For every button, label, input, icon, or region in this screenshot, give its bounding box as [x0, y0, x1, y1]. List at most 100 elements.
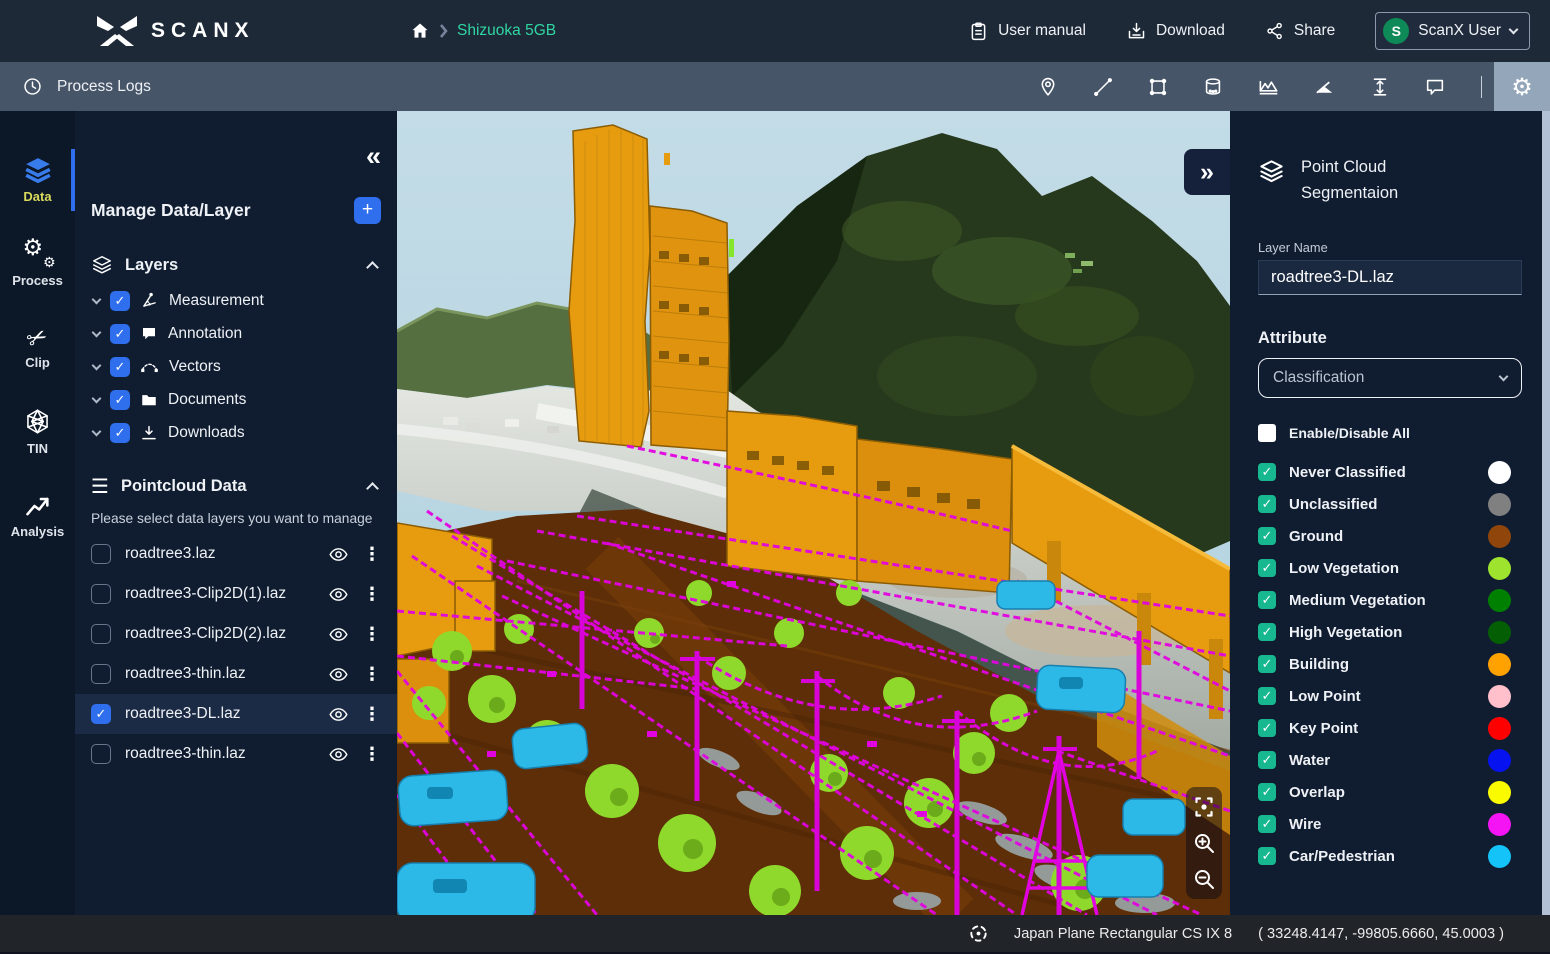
downloads-checkbox[interactable] [110, 423, 130, 443]
point-marker-tool[interactable] [1037, 76, 1059, 98]
class-row-never-classified[interactable]: Never Classified [1258, 456, 1522, 488]
visibility-eye-icon[interactable] [328, 704, 349, 725]
layer-item-documents[interactable]: Documents [93, 383, 381, 416]
collapse-section-icon[interactable] [366, 261, 379, 274]
sidebar-item-clip[interactable]: ✂ Clip [0, 317, 75, 379]
chevron-down-icon[interactable] [92, 393, 102, 403]
visibility-eye-icon[interactable] [328, 544, 349, 565]
file-row-selected[interactable]: roadtree3-DL.laz ⋮ [75, 694, 397, 734]
volume-measure-tool[interactable] [1202, 76, 1224, 98]
class-row-water[interactable]: Water [1258, 744, 1522, 776]
line-measure-tool[interactable] [1092, 76, 1114, 98]
class-checkbox[interactable] [1258, 623, 1276, 641]
comment-tool[interactable] [1424, 76, 1446, 98]
class-row-low-vegetation[interactable]: Low Vegetation [1258, 552, 1522, 584]
file-checkbox[interactable] [91, 704, 111, 724]
kebab-menu-icon[interactable]: ⋮ [363, 664, 381, 685]
kebab-menu-icon[interactable]: ⋮ [363, 624, 381, 645]
class-checkbox[interactable] [1258, 591, 1276, 609]
class-checkbox[interactable] [1258, 655, 1276, 673]
user-manual-button[interactable]: User manual [968, 21, 1086, 42]
sidebar-item-process[interactable]: ⚙ ⚙ Process [0, 233, 75, 295]
visibility-eye-icon[interactable] [328, 624, 349, 645]
layer-name-input[interactable]: roadtree3-DL.laz [1258, 260, 1522, 295]
file-row[interactable]: roadtree3-thin.laz ⋮ [75, 734, 397, 774]
class-row-ground[interactable]: Ground [1258, 520, 1522, 552]
collapse-panel-icon[interactable]: « [366, 143, 381, 170]
class-checkbox[interactable] [1258, 527, 1276, 545]
class-row-key-point[interactable]: Key Point [1258, 712, 1522, 744]
file-row[interactable]: roadtree3.laz ⋮ [75, 534, 397, 574]
sidebar-item-data[interactable]: Data [0, 149, 75, 211]
file-checkbox[interactable] [91, 744, 111, 764]
class-row-wire[interactable]: Wire [1258, 808, 1522, 840]
profile-tool[interactable] [1257, 75, 1280, 98]
class-checkbox[interactable] [1258, 719, 1276, 737]
file-row[interactable]: roadtree3-Clip2D(2).laz ⋮ [75, 614, 397, 654]
expand-panel-button[interactable]: » [1184, 149, 1230, 195]
documents-checkbox[interactable] [110, 390, 130, 410]
annotation-checkbox[interactable] [110, 324, 130, 344]
zoom-in-icon[interactable] [1192, 831, 1216, 855]
file-checkbox[interactable] [91, 624, 111, 644]
kebab-menu-icon[interactable]: ⋮ [363, 584, 381, 605]
viewport-3d[interactable]: » [397, 111, 1230, 915]
kebab-menu-icon[interactable]: ⋮ [363, 544, 381, 565]
kebab-menu-icon[interactable]: ⋮ [363, 744, 381, 765]
class-checkbox[interactable] [1258, 463, 1276, 481]
visibility-eye-icon[interactable] [328, 584, 349, 605]
class-row-low-point[interactable]: Low Point [1258, 680, 1522, 712]
layer-item-measurement[interactable]: Measurement [93, 284, 381, 317]
process-logs-button[interactable]: Process Logs [22, 76, 151, 97]
viewport-3d-scene[interactable] [397, 111, 1230, 915]
scrollbar[interactable] [1542, 111, 1550, 915]
file-row[interactable]: roadtree3-thin.laz ⋮ [75, 654, 397, 694]
class-row-medium-vegetation[interactable]: Medium Vegetation [1258, 584, 1522, 616]
visibility-eye-icon[interactable] [328, 744, 349, 765]
share-button[interactable]: Share [1265, 21, 1335, 41]
class-checkbox[interactable] [1258, 815, 1276, 833]
class-checkbox[interactable] [1258, 559, 1276, 577]
class-row-unclassified[interactable]: Unclassified [1258, 488, 1522, 520]
class-checkbox[interactable] [1258, 847, 1276, 865]
file-checkbox[interactable] [91, 584, 111, 604]
class-checkbox[interactable] [1258, 783, 1276, 801]
class-checkbox[interactable] [1258, 495, 1276, 513]
home-icon[interactable] [410, 21, 430, 41]
chevron-down-icon[interactable] [92, 426, 102, 436]
kebab-menu-icon[interactable]: ⋮ [363, 704, 381, 725]
add-data-button[interactable]: + [354, 197, 381, 224]
visibility-eye-icon[interactable] [328, 664, 349, 685]
class-row-car-pedestrian[interactable]: Car/Pedestrian [1258, 840, 1522, 872]
class-checkbox[interactable] [1258, 751, 1276, 769]
height-measure-tool[interactable] [1369, 76, 1391, 98]
sidebar-item-tin[interactable]: TIN [0, 401, 75, 463]
enable-all-row[interactable]: Enable/Disable All [1258, 424, 1522, 442]
measurement-checkbox[interactable] [110, 291, 130, 311]
breadcrumb-project[interactable]: Shizuoka 5GB [457, 22, 556, 40]
download-button[interactable]: Download [1126, 21, 1225, 42]
class-checkbox[interactable] [1258, 687, 1276, 705]
settings-button[interactable]: ⚙ [1494, 62, 1550, 111]
zoom-out-icon[interactable] [1192, 867, 1216, 891]
layer-item-downloads[interactable]: Downloads [93, 416, 381, 449]
chevron-down-icon[interactable] [92, 294, 102, 304]
file-checkbox[interactable] [91, 544, 111, 564]
enable-all-checkbox[interactable] [1258, 424, 1276, 442]
class-row-building[interactable]: Building [1258, 648, 1522, 680]
focus-extent-icon[interactable] [1192, 795, 1216, 819]
collapse-section-icon[interactable] [366, 482, 379, 495]
angle-measure-tool[interactable] [1313, 75, 1336, 98]
file-row[interactable]: roadtree3-Clip2D(1).laz ⋮ [75, 574, 397, 614]
chevron-down-icon[interactable] [92, 327, 102, 337]
class-row-high-vegetation[interactable]: High Vegetation [1258, 616, 1522, 648]
sidebar-item-analysis[interactable]: Analysis [0, 485, 75, 547]
class-row-overlap[interactable]: Overlap [1258, 776, 1522, 808]
area-measure-tool[interactable] [1147, 76, 1169, 98]
user-menu-button[interactable]: S ScanX User [1375, 12, 1530, 50]
chevron-down-icon[interactable] [92, 360, 102, 370]
attribute-select[interactable]: Classification [1258, 358, 1522, 398]
layer-item-annotation[interactable]: Annotation [93, 317, 381, 350]
vectors-checkbox[interactable] [110, 357, 130, 377]
file-checkbox[interactable] [91, 664, 111, 684]
